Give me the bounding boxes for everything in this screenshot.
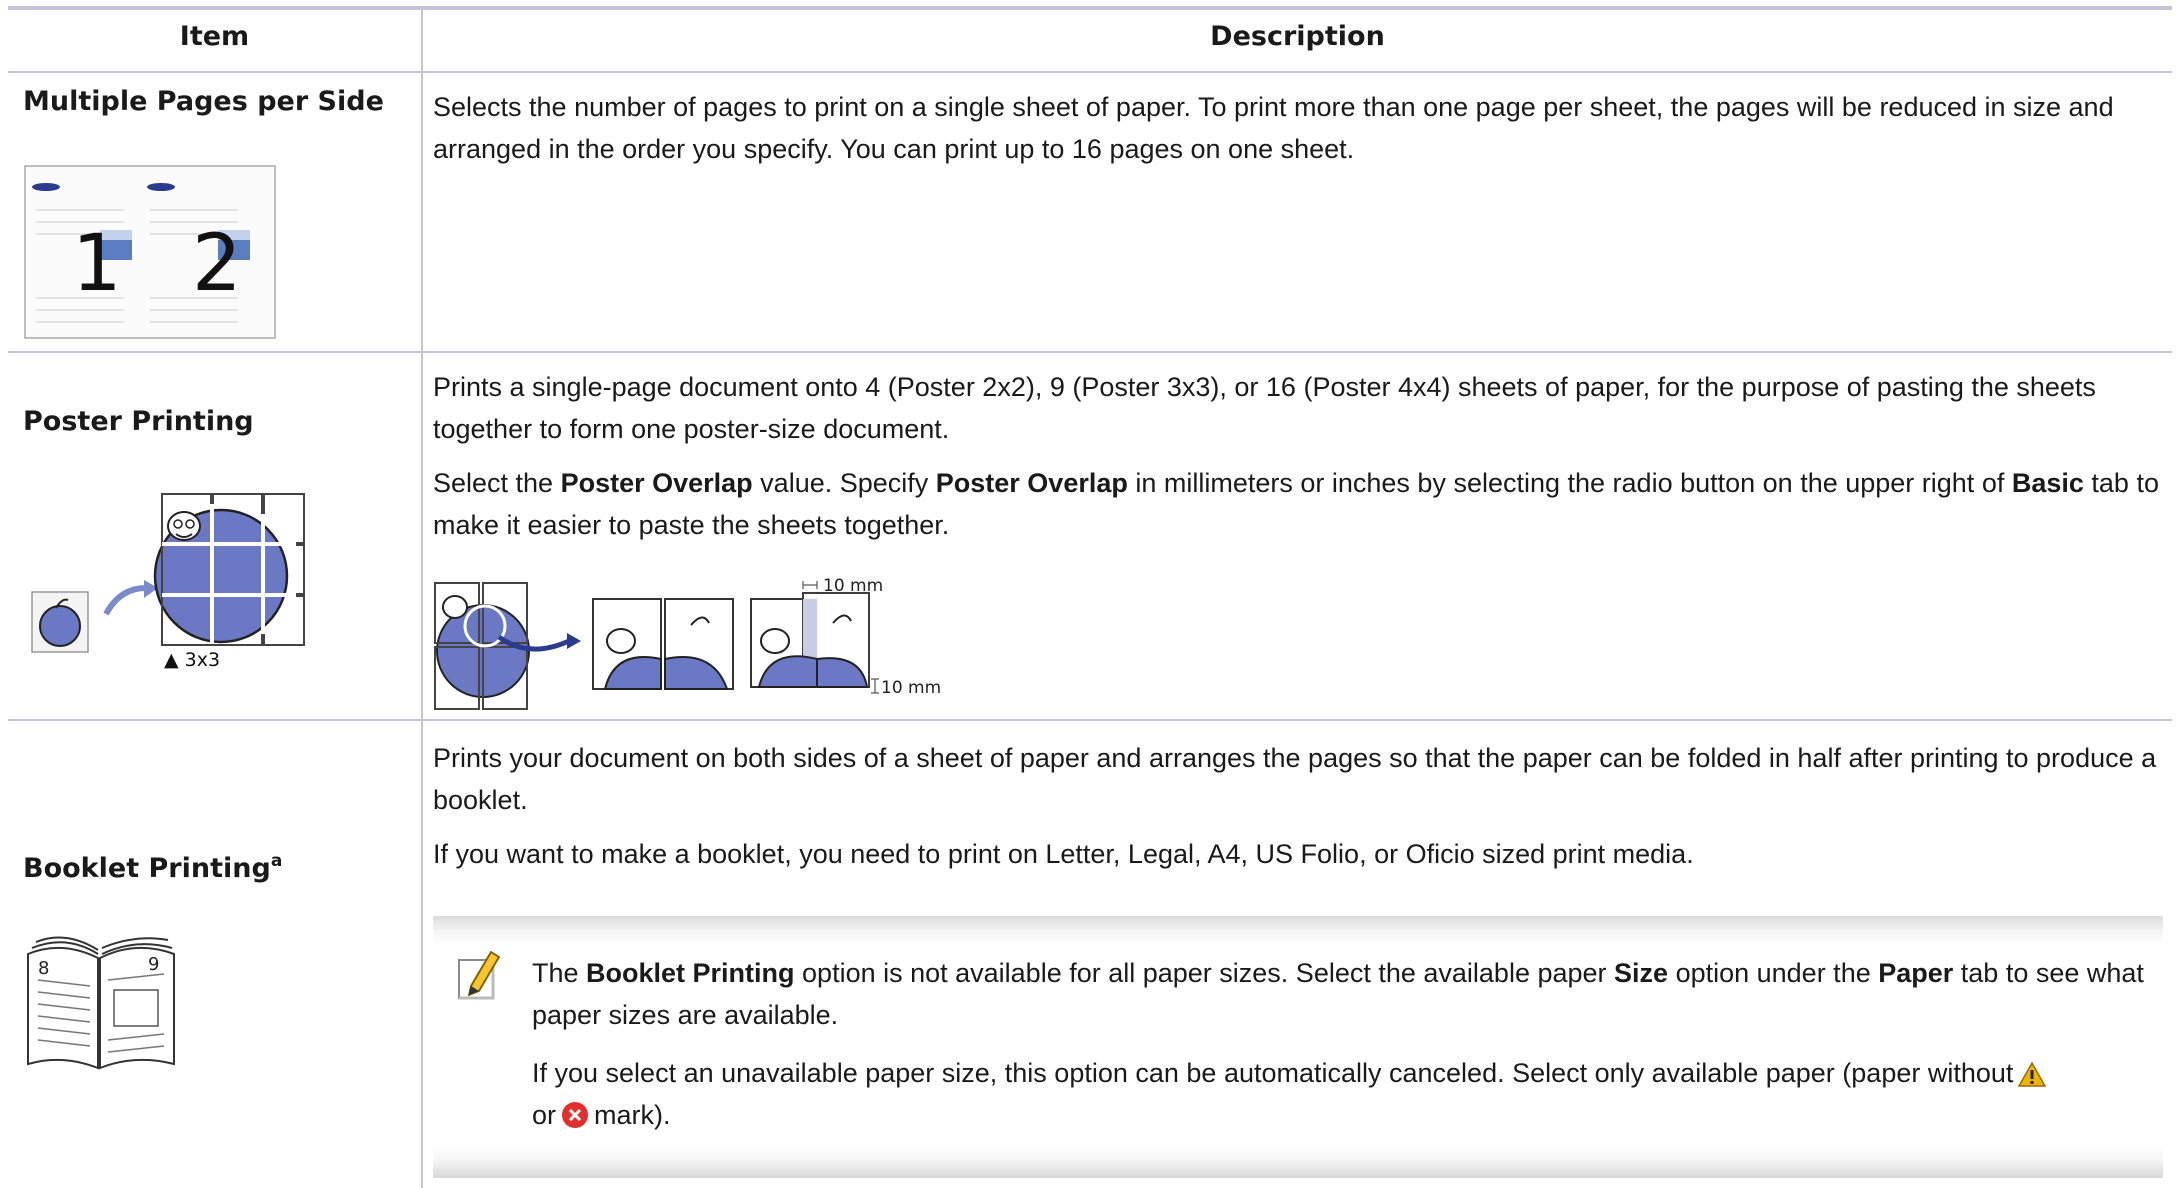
note-box: The Booklet Printing option is not avail…: [433, 916, 2163, 1178]
column-header-description: Description: [1210, 21, 1385, 52]
options-table: Item Description Multiple Pages per Side…: [8, 6, 2172, 1188]
poster-grid-caption: ▲ 3x3: [164, 649, 220, 671]
table-top-rule: [8, 6, 2172, 10]
row-divider: [8, 351, 2172, 353]
note-paragraph-2: If you select an unavailable paper size,…: [532, 1052, 2152, 1136]
booklet-page-left: 8: [38, 958, 49, 979]
header-divider: [8, 71, 2172, 73]
warning-icon: [2018, 1061, 2047, 1087]
note-pencil-icon: [458, 950, 501, 1000]
booklet-description-2: If you want to make a booklet, you need …: [433, 839, 1694, 869]
item-title-multiple-pages: Multiple Pages per Side: [23, 86, 384, 117]
item-title-booklet-printing: Booklet Printinga: [23, 851, 283, 884]
overlap-label-vertical: 10 mm: [881, 678, 941, 698]
multiple-pages-description: Selects the number of pages to print on …: [433, 92, 2114, 164]
multiple-pages-illustration: 1 2: [24, 165, 276, 339]
booklet-illustration: 8 9: [27, 936, 175, 1070]
note-paragraph-1: The Booklet Printing option is not avail…: [532, 958, 2144, 1030]
poster-description-2: Select the Poster Overlap value. Specify…: [433, 468, 2159, 540]
poster-description-1: Prints a single-page document onto 4 (Po…: [433, 372, 2096, 444]
booklet-description-1: Prints your document on both sides of a …: [433, 743, 2157, 815]
column-header-item: Item: [179, 21, 250, 52]
poster-overlap-diagram: 10 mm 10 mm: [434, 576, 941, 710]
column-divider: [421, 10, 423, 1188]
overlap-label-horizontal: 10 mm: [823, 576, 883, 596]
page-number-2: 2: [192, 219, 242, 309]
poster-printing-illustration: ▲ 3x3: [31, 493, 305, 671]
error-icon: [562, 1102, 589, 1128]
item-title-poster-printing: Poster Printing: [23, 406, 254, 437]
booklet-page-right: 9: [148, 954, 159, 975]
row-divider: [8, 719, 2172, 721]
page-number-1: 1: [72, 219, 122, 309]
arrow-icon: [103, 585, 147, 616]
